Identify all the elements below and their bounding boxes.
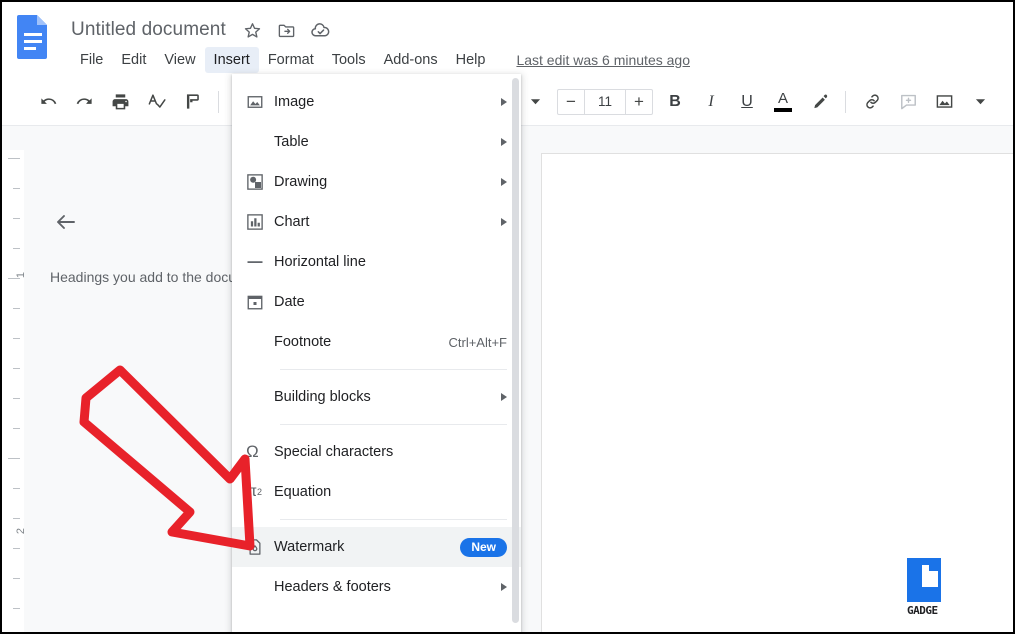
italic-button[interactable]: I <box>696 87 726 117</box>
menu-item-label: Image <box>274 94 315 110</box>
google-docs-icon[interactable] <box>15 14 51 60</box>
redo-icon[interactable] <box>69 87 99 117</box>
logo-nub <box>929 565 938 571</box>
omega-icon: Ω <box>246 442 259 461</box>
font-size-input[interactable]: 11 <box>584 89 626 114</box>
menu-item-equation[interactable]: π2 Equation <box>232 472 521 512</box>
menu-item-image[interactable]: Image <box>232 82 521 122</box>
insert-link-icon[interactable] <box>857 87 887 117</box>
submenu-arrow-icon <box>501 583 507 591</box>
status-badge: New <box>460 537 507 557</box>
chevron-down-icon[interactable] <box>965 87 995 117</box>
menu-item-label: Building blocks <box>274 389 371 405</box>
menu-bar: File Edit View Insert Format Tools Add-o… <box>71 47 690 73</box>
menu-item-drawing[interactable]: Drawing <box>232 162 521 202</box>
menu-item-building-blocks[interactable]: Building blocks <box>232 377 521 417</box>
menu-item-label: Date <box>274 294 305 310</box>
menu-item-label: Headers & footers <box>274 579 391 595</box>
last-edit-link[interactable]: Last edit was 6 minutes ago <box>516 52 690 68</box>
highlight-pen-icon[interactable] <box>804 87 834 117</box>
submenu-arrow-icon <box>501 178 507 186</box>
text-color-button[interactable]: A <box>768 87 798 117</box>
gadget-logo-text: GADGE <box>907 604 938 617</box>
submenu-arrow-icon <box>501 138 507 146</box>
star-icon[interactable] <box>240 17 266 43</box>
menu-item-headers-footers[interactable]: Headers & footers <box>232 567 521 607</box>
date-icon <box>246 293 274 311</box>
menu-tools[interactable]: Tools <box>323 47 375 73</box>
gadget-logo-mark <box>907 558 941 602</box>
spellcheck-icon[interactable] <box>141 87 171 117</box>
menu-item-chart[interactable]: Chart <box>232 202 521 242</box>
top-bar: Untitled document File Edit View Insert … <box>2 2 1013 78</box>
document-title-row: Untitled document <box>71 14 342 46</box>
back-arrow-icon[interactable] <box>46 202 86 242</box>
add-comment-icon[interactable] <box>893 87 923 117</box>
text-color-swatch <box>774 108 792 112</box>
menu-separator <box>280 519 507 520</box>
menu-file[interactable]: File <box>71 47 112 73</box>
menu-addons[interactable]: Add-ons <box>375 47 447 73</box>
menu-separator <box>280 369 507 370</box>
font-size-stepper[interactable]: − 11 + <box>557 88 653 115</box>
watermark-icon <box>246 538 274 556</box>
toolbar-divider <box>218 90 219 113</box>
menu-item-label: Chart <box>274 214 310 230</box>
menu-edit[interactable]: Edit <box>112 47 155 73</box>
vertical-ruler[interactable]: 1 2 <box>2 150 27 632</box>
menu-item-date[interactable]: Date <box>232 282 521 322</box>
menu-item-watermark[interactable]: Watermark New <box>232 527 521 567</box>
paint-format-icon[interactable] <box>177 87 207 117</box>
bold-button[interactable]: B <box>660 87 690 117</box>
menu-item-special-characters[interactable]: Ω Special characters <box>232 432 521 472</box>
image-icon <box>246 93 274 111</box>
menu-item-label: Horizontal line <box>274 254 366 270</box>
menu-item-label: Footnote <box>274 334 332 350</box>
submenu-arrow-icon <box>501 393 507 401</box>
menu-item-label: Special characters <box>274 444 394 460</box>
gadget-logo: GADGE <box>907 558 1013 620</box>
menu-item-label: Equation <box>274 484 332 500</box>
font-size-increase-button[interactable]: + <box>626 90 652 114</box>
chart-icon <box>246 213 274 231</box>
menu-format[interactable]: Format <box>259 47 323 73</box>
toolbar-divider-2 <box>845 90 846 113</box>
move-to-folder-icon[interactable] <box>274 17 300 43</box>
chevron-down-icon[interactable] <box>520 87 550 117</box>
underline-button[interactable]: U <box>732 87 762 117</box>
menu-item-label: Watermark <box>274 539 345 555</box>
menu-item-table[interactable]: Table <box>232 122 521 162</box>
undo-icon[interactable] <box>33 87 63 117</box>
insert-image-icon[interactable] <box>929 87 959 117</box>
insert-dropdown-menu[interactable]: Image Table Drawing Chart Horizontal lin… <box>232 74 521 632</box>
page-title[interactable]: Untitled document <box>71 19 240 41</box>
print-icon[interactable] <box>105 87 135 117</box>
ruler-number: 1 <box>15 272 27 279</box>
submenu-arrow-icon <box>501 218 507 226</box>
menu-scrollbar-thumb[interactable] <box>512 78 519 623</box>
ruler-number: 2 <box>15 528 27 535</box>
menu-insert[interactable]: Insert <box>204 47 259 73</box>
menu-help[interactable]: Help <box>447 47 495 73</box>
cloud-saved-icon[interactable] <box>308 17 334 43</box>
menu-item-shortcut: Ctrl+Alt+F <box>448 334 507 350</box>
menu-item-footnote[interactable]: Footnote Ctrl+Alt+F <box>232 322 521 362</box>
horizontal-line-icon <box>246 253 274 271</box>
drawing-icon <box>246 173 274 191</box>
menu-separator <box>280 424 507 425</box>
equation-icon: π2 <box>246 483 263 500</box>
screenshot-frame: Untitled document File Edit View Insert … <box>0 0 1015 634</box>
text-color-letter: A <box>777 90 788 107</box>
menu-view[interactable]: View <box>155 47 204 73</box>
menu-item-label: Table <box>274 134 309 150</box>
submenu-arrow-icon <box>501 98 507 106</box>
menu-item-label: Drawing <box>274 174 328 190</box>
font-size-decrease-button[interactable]: − <box>558 90 584 114</box>
menu-item-horizontal-line[interactable]: Horizontal line <box>232 242 521 282</box>
